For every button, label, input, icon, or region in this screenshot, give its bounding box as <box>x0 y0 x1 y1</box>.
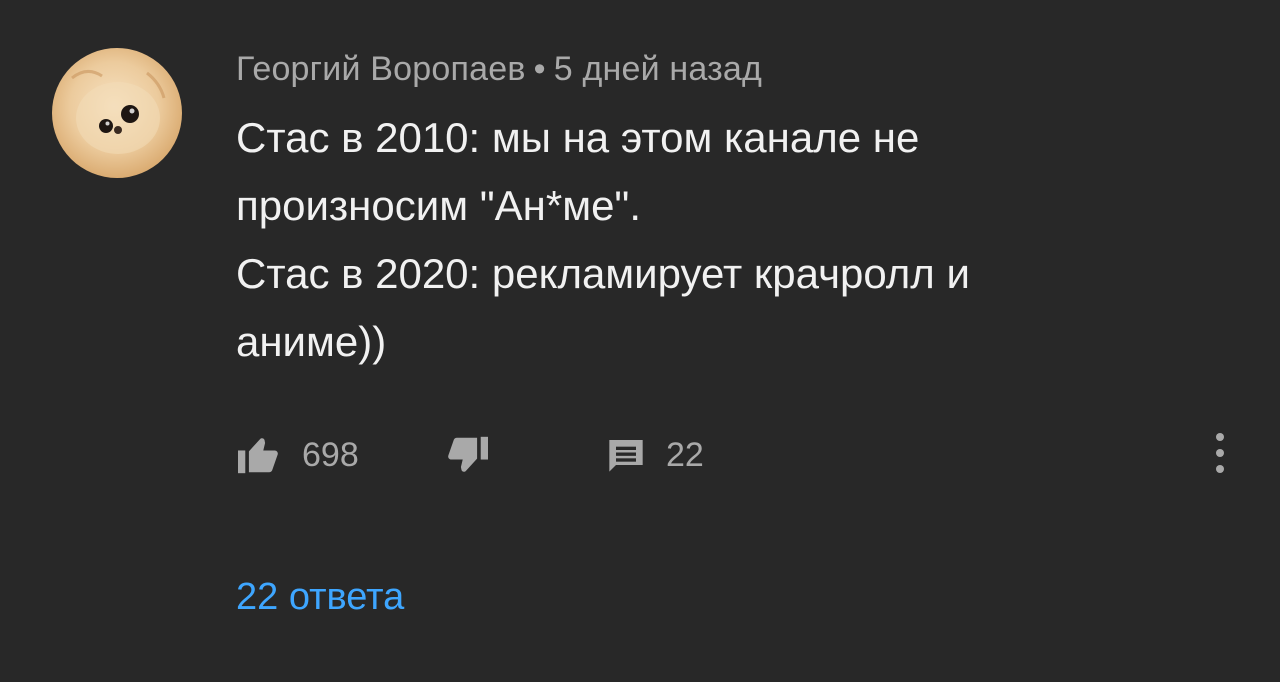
comment-line: произносим "Ан*ме". <box>236 182 642 229</box>
comment-timestamp[interactable]: 5 дней назад <box>554 50 762 88</box>
comment-line: аниме)) <box>236 318 387 365</box>
avatar[interactable] <box>52 48 182 178</box>
reply-button[interactable]: 22 <box>606 430 704 480</box>
comment-actions: 698 22 <box>236 430 1236 480</box>
avatar-image <box>71 70 166 154</box>
comment-line: Стас в 2020: рекламирует крачролл и <box>236 250 970 297</box>
more-options-button[interactable] <box>1200 430 1240 480</box>
thumb-down-icon <box>446 435 490 475</box>
comment-thread: Георгий Воропаев • 5 дней назад Стас в 201… <box>0 0 1280 682</box>
more-vertical-icon <box>1214 431 1226 480</box>
author-name[interactable]: Георгий Воропаев <box>236 50 526 88</box>
dislike-button[interactable] <box>446 430 490 480</box>
like-count: 698 <box>302 435 359 474</box>
comment-line: Стас в 2010: мы на этом канале не <box>236 114 920 161</box>
comment-header: Георгий Воропаев • 5 дней назад <box>236 50 762 89</box>
reply-icon <box>606 435 646 475</box>
reply-count: 22 <box>666 435 704 474</box>
separator-dot: • <box>533 50 546 88</box>
comment-text: Стас в 2010: мы на этом канале не произн… <box>236 104 1096 376</box>
like-button[interactable]: 698 <box>236 430 359 480</box>
view-replies-link[interactable]: 22 ответа <box>236 576 404 619</box>
thumb-up-icon <box>236 435 280 475</box>
